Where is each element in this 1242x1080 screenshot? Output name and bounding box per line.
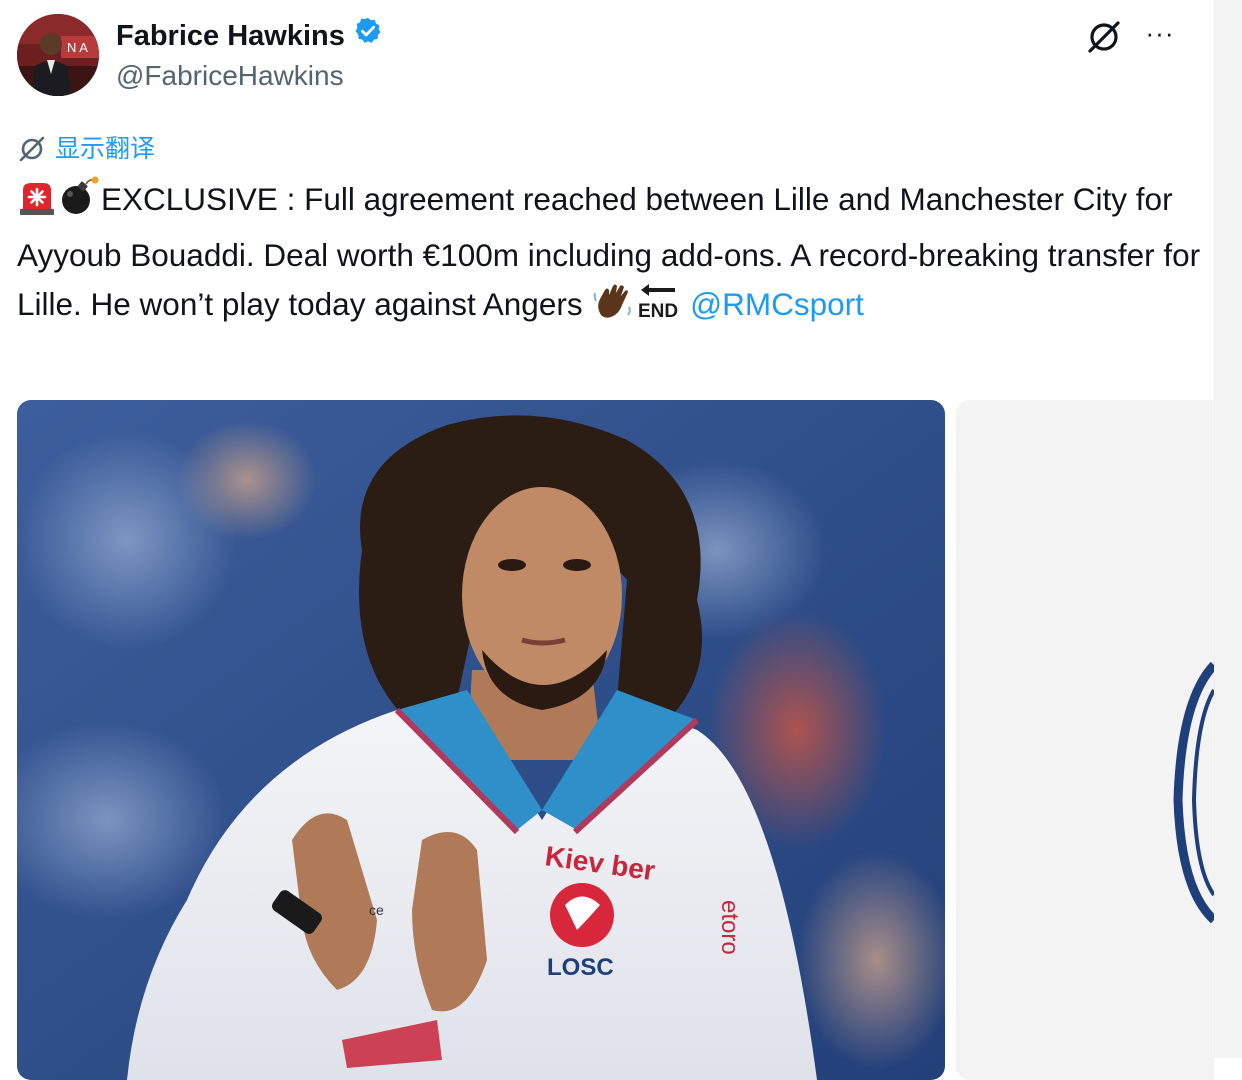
avatar-image: N A [17,14,99,96]
verified-badge-icon [353,16,383,55]
show-translation-link[interactable]: 显示翻译 [17,132,155,166]
photo-partial-text: ce [369,902,384,918]
player-photo: Kiev ber LOSC etoro ce [17,400,945,1080]
author-display-name-row[interactable]: Fabrice Hawkins [116,16,383,55]
grok-button[interactable] [1085,18,1123,56]
avatar-backdrop-text: N A [67,40,88,55]
tweet-text-line1: EXCLUSIVE : Full agreement reached betwe… [101,181,891,217]
rmcsport-mention-link[interactable]: @RMCsport [690,286,864,322]
end-arrow-emoji: END [635,281,681,336]
author-avatar[interactable]: N A [17,14,99,96]
more-options-icon: ··· [1145,18,1175,48]
bomb-emoji [57,176,101,231]
author-display-name[interactable]: Fabrice Hawkins [116,18,345,54]
second-photo-preview [956,400,1214,1080]
waving-hand-emoji [591,281,635,336]
show-translation-label[interactable]: 显示翻译 [55,132,155,166]
translate-grok-icon [19,136,45,162]
tweet-photo-second[interactable] [956,400,1214,1080]
photo-sleeve-text: etoro [716,900,743,955]
tweet-text: EXCLUSIVE : Full agreement reached betwe… [17,175,1207,336]
photo-club-text: LOSC [547,954,614,981]
author-handle[interactable]: @FabriceHawkins [116,58,344,94]
tweet-photo-main[interactable]: Kiev ber LOSC etoro ce [17,400,945,1080]
police-light-emoji [17,180,57,231]
end-emoji-label: END [638,301,678,321]
grok-icon [1088,21,1120,53]
adjacent-column-edge [1214,0,1242,1058]
more-options-button[interactable]: ··· [1140,18,1180,56]
